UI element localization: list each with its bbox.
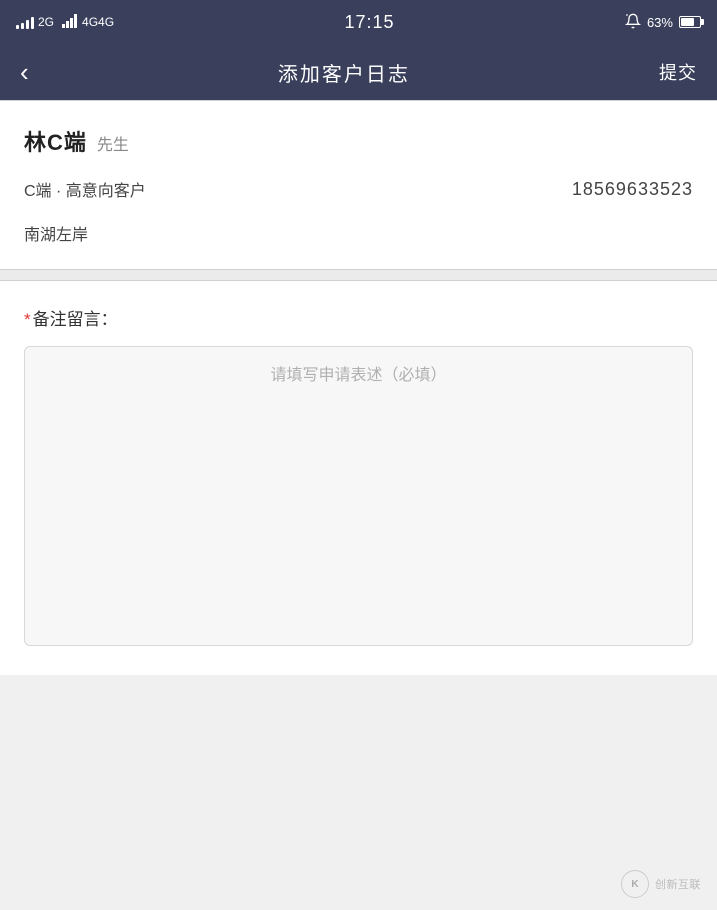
notes-textarea[interactable]: [24, 346, 693, 646]
customer-info-row: C端 · 高意向客户 18569633523: [24, 177, 693, 201]
watermark: K 创新互联: [621, 870, 701, 898]
form-label: *备注留言：: [24, 305, 693, 330]
status-left: 2G 4G4G: [16, 14, 114, 31]
watermark-text: 创新互联: [655, 876, 701, 892]
status-right: 63%: [625, 13, 701, 32]
network-label: 2G: [38, 15, 54, 29]
battery-percent: 63%: [647, 15, 673, 30]
section-divider: [0, 270, 717, 280]
status-time: 17:15: [344, 12, 394, 33]
customer-section: 林C端 先生 C端 · 高意向客户 18569633523 南湖左岸 *备注留言…: [0, 101, 717, 675]
network-label-2: 4G4G: [82, 15, 114, 29]
nav-bar: ‹ 添加客户日志 提交: [0, 44, 717, 100]
customer-address: 南湖左岸: [24, 221, 693, 245]
signal-icon: [16, 15, 34, 29]
watermark-logo: K: [621, 870, 649, 898]
form-section: *备注留言：: [0, 281, 717, 675]
back-button[interactable]: ‹: [20, 59, 29, 85]
bell-icon: [625, 13, 641, 32]
customer-name-row: 林C端 先生: [24, 125, 693, 157]
required-star: *: [24, 310, 31, 329]
customer-name: 林C端: [24, 125, 87, 157]
battery-icon: [679, 16, 701, 28]
status-bar: 2G 4G4G 17:15 63%: [0, 0, 717, 44]
customer-tag: C端 · 高意向客户: [24, 177, 146, 201]
customer-phone: 18569633523: [572, 179, 693, 200]
customer-title: 先生: [97, 131, 129, 155]
signal-icon-2: [62, 14, 78, 31]
page-title: 添加客户日志: [278, 58, 410, 87]
submit-button[interactable]: 提交: [659, 59, 697, 85]
